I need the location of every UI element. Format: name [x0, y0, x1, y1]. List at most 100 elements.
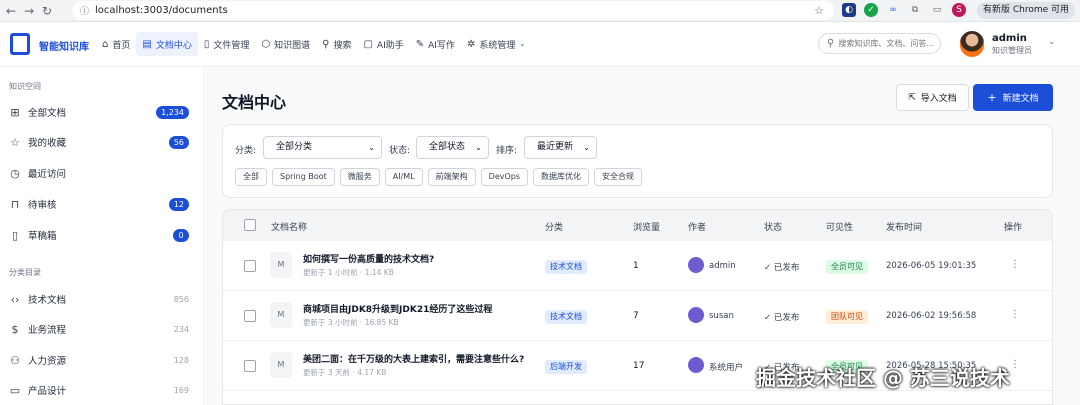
category-select[interactable]: 全部分类 ⌄ — [263, 136, 382, 159]
nav-documents[interactable]: ▤ 文档中心 — [136, 32, 198, 56]
avatar[interactable] — [960, 31, 984, 57]
category-count: 128 — [173, 355, 189, 365]
nav-search[interactable]: ⚲ 搜索 — [316, 32, 357, 56]
sidebar-item-drafts[interactable]: ▯ 草稿箱 0 — [0, 221, 205, 249]
file-icon: ▯ — [203, 38, 210, 50]
link-extension-icon[interactable]: ∞ — [886, 3, 900, 17]
publish-time: 2026-06-05 19:01:35 — [886, 261, 977, 271]
document-icon: M — [270, 252, 292, 278]
sidebar-item-hr[interactable]: ⚇ 人力资源 128 — [0, 346, 205, 374]
more-actions-icon[interactable]: ⋮ — [1010, 259, 1020, 270]
author-name: 系统用户 — [709, 363, 744, 373]
clock-icon: ◷ — [10, 166, 20, 180]
document-icon: M — [270, 302, 292, 328]
tag-chip[interactable]: 微服务 — [339, 168, 380, 186]
search-icon: ⚲ — [827, 38, 835, 49]
app-name[interactable]: 智能知识库 — [39, 38, 89, 53]
nav-files[interactable]: ▯ 文件管理 — [198, 32, 256, 56]
import-button[interactable]: ⇱ 导入文档 — [896, 84, 969, 111]
bookmark-star-icon[interactable]: ☆ — [814, 4, 824, 17]
shield-extension-icon[interactable]: ✓ — [864, 3, 878, 17]
sidebar-item-business[interactable]: $ 业务流程 234 — [0, 315, 205, 343]
star-icon: ☆ — [10, 135, 20, 149]
col-actions: 操作 — [1004, 223, 1023, 233]
view-count: 1 — [633, 261, 639, 271]
chrome-update-button[interactable]: 有新版 Chrome 可用 — [977, 2, 1075, 19]
sidebar-item-favorites[interactable]: ☆ 我的收藏 56 — [0, 128, 205, 156]
global-search[interactable]: ⚲ — [818, 33, 941, 54]
sidebar-item-product[interactable]: ▭ 产品设计 169 — [0, 376, 205, 404]
sidebar: 知识空间 ⊞ 全部文档 1,234 ☆ 我的收藏 56 ◷ 最近访问 ⊓ 待审核… — [0, 67, 205, 405]
browser-toolbar: ← → ↻ ⓘ localhost:3003/documents ☆ ◐ ✓ ∞… — [0, 0, 1080, 22]
chat-icon: ▢ — [363, 38, 373, 50]
col-views: 浏览量 — [633, 223, 661, 233]
sort-label: 排序: — [496, 146, 518, 156]
select-all-checkbox[interactable] — [244, 219, 256, 231]
address-bar[interactable]: ⓘ localhost:3003/documents ☆ — [72, 1, 834, 20]
tag-chip[interactable]: 数据库优化 — [533, 168, 590, 186]
plus-icon: + — [987, 91, 997, 104]
user-name[interactable]: admin — [992, 33, 1027, 44]
nav-knowledge-graph[interactable]: ⬡ 知识图谱 — [255, 32, 316, 56]
nav-ai-writing[interactable]: ✎ AI写作 — [410, 32, 461, 56]
extension-icon[interactable]: ◐ — [842, 3, 856, 17]
tag-chip[interactable]: 前端架构 — [427, 168, 476, 186]
sidepanel-icon[interactable]: ▭ — [930, 3, 944, 17]
sidebar-item-pending[interactable]: ⊓ 待审核 12 — [0, 190, 205, 218]
monitor-icon: ▭ — [9, 383, 21, 397]
author-avatar — [688, 307, 704, 323]
tag-chip[interactable]: AI/ML — [384, 168, 423, 186]
check-circle-icon: ✓ — [764, 313, 772, 323]
count-badge: 0 — [173, 228, 189, 242]
draft-icon: ▯ — [11, 228, 19, 242]
grid-icon: ⊞ — [10, 105, 20, 119]
user-role: 知识管理员 — [992, 46, 1032, 55]
nav-system[interactable]: ✲ 系统管理 ⌄ — [461, 32, 531, 56]
table-row[interactable]: M 商城项目由JDK8升级到JDK21经历了这些过程 更新于 3 小时前 · 1… — [223, 291, 1052, 341]
author-name: admin — [709, 261, 736, 271]
sidebar-item-all-docs[interactable]: ⊞ 全部文档 1,234 — [0, 98, 205, 126]
settings-icon: ✲ — [466, 38, 476, 50]
sidebar-item-recent[interactable]: ◷ 最近访问 — [0, 159, 205, 187]
row-checkbox[interactable] — [244, 360, 256, 372]
nav-ai-assistant[interactable]: ▢ AI助手 — [357, 32, 409, 56]
tag-chip[interactable]: 安全合规 — [594, 168, 643, 186]
forward-icon[interactable]: → — [20, 4, 38, 18]
doc-title[interactable]: 美团二面：在千万级的大表上建索引，需要注意些什么? — [303, 352, 524, 365]
more-actions-icon[interactable]: ⋮ — [1010, 359, 1020, 370]
chevron-down-icon: ⌄ — [519, 40, 526, 48]
sort-select[interactable]: 最近更新 ⌄ — [524, 136, 597, 159]
doc-meta: 更新于 3 小时前 · 16.85 KB — [303, 318, 399, 327]
back-icon[interactable]: ← — [2, 4, 20, 18]
profile-avatar[interactable]: S — [952, 3, 966, 17]
tag-chip[interactable]: DevOps — [480, 168, 529, 186]
reload-icon[interactable]: ↻ — [38, 4, 56, 18]
status-select[interactable]: 全部状态 ⌄ — [416, 136, 489, 159]
row-checkbox[interactable] — [244, 260, 256, 272]
bookmark-icon: ⊓ — [10, 197, 20, 211]
document-icon: M — [270, 352, 292, 378]
search-input[interactable] — [838, 39, 937, 48]
nav-home[interactable]: ⌂ 首页 — [96, 32, 136, 56]
doc-title[interactable]: 商城项目由JDK8升级到JDK21经历了这些过程 — [303, 302, 492, 315]
view-count: 7 — [633, 311, 639, 321]
table-row[interactable]: M 如何撰写一份高质量的技术文档? 更新于 1 小时前 · 1.14 KB 技术… — [223, 241, 1052, 291]
home-icon: ⌂ — [102, 38, 109, 50]
search-icon: ⚲ — [322, 38, 330, 50]
category-count: 169 — [173, 385, 189, 395]
puzzle-icon[interactable]: ⧉ — [908, 3, 922, 17]
sidebar-item-tech-docs[interactable]: ‹› 技术文档 856 — [0, 285, 205, 313]
visibility-tag: 团队可见 — [826, 310, 868, 324]
col-author: 作者 — [688, 223, 707, 233]
new-document-button[interactable]: + 新建文档 — [973, 84, 1053, 111]
author-avatar — [688, 257, 704, 273]
tag-chip[interactable]: Spring Boot — [272, 168, 335, 186]
site-info-icon[interactable]: ⓘ — [80, 4, 89, 17]
row-checkbox[interactable] — [244, 310, 256, 322]
import-icon: ⇱ — [908, 92, 916, 103]
doc-title[interactable]: 如何撰写一份高质量的技术文档? — [303, 252, 434, 265]
chevron-down-icon[interactable]: ⌄ — [1048, 37, 1056, 47]
more-actions-icon[interactable]: ⋮ — [1010, 309, 1020, 320]
col-status: 状态 — [764, 223, 783, 233]
tag-chip[interactable]: 全部 — [235, 168, 267, 186]
